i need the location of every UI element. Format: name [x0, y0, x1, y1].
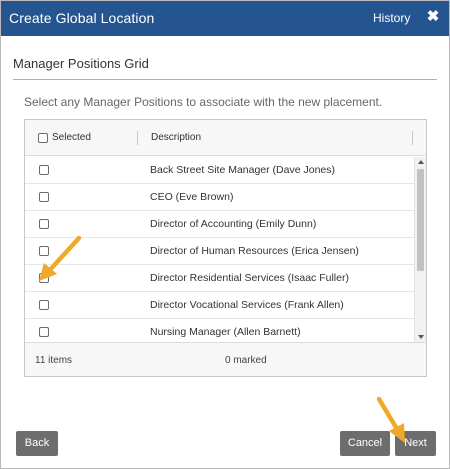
- dialog-titlebar: Create Global Location History ✖: [1, 1, 449, 36]
- row-description: CEO (Eve Brown): [150, 191, 234, 203]
- create-global-location-dialog: Create Global Location History ✖ Manager…: [0, 0, 450, 469]
- row-checkbox[interactable]: [39, 246, 49, 256]
- row-description: Director of Accounting (Emily Dunn): [150, 218, 317, 230]
- row-description: Director of Human Resources (Erica Jense…: [150, 245, 359, 257]
- column-divider: [412, 131, 413, 145]
- scrollbar-thumb[interactable]: [417, 169, 424, 271]
- column-header-selected[interactable]: Selected: [52, 132, 91, 143]
- back-button[interactable]: Back: [16, 431, 58, 456]
- table-row[interactable]: Back Street Site Manager (Dave Jones): [25, 157, 414, 184]
- history-link[interactable]: History: [373, 11, 410, 25]
- table-row[interactable]: Nursing Manager (Allen Barnett): [25, 319, 414, 342]
- row-description: Director Residential Services (Isaac Ful…: [150, 272, 349, 284]
- table-row[interactable]: Director of Accounting (Emily Dunn): [25, 211, 414, 238]
- column-header-description[interactable]: Description: [151, 132, 201, 143]
- select-all-checkbox[interactable]: [38, 133, 48, 143]
- scroll-up-icon[interactable]: [418, 160, 424, 164]
- scroll-down-icon[interactable]: [418, 335, 424, 339]
- table-row[interactable]: Director Vocational Services (Frank Alle…: [25, 292, 414, 319]
- item-count: 11 items: [35, 355, 73, 366]
- dialog-title: Create Global Location: [9, 10, 155, 26]
- next-button[interactable]: Next: [395, 431, 436, 456]
- grid-body: Back Street Site Manager (Dave Jones) CE…: [25, 157, 414, 342]
- table-row[interactable]: Director Residential Services (Isaac Ful…: [25, 265, 414, 292]
- grid-footer: 11 items 0 marked: [25, 342, 426, 376]
- row-checkbox[interactable]: [39, 273, 49, 283]
- row-description: Nursing Manager (Allen Barnett): [150, 326, 301, 338]
- section-divider: [13, 79, 437, 80]
- cancel-button[interactable]: Cancel: [340, 431, 390, 456]
- row-checkbox[interactable]: [39, 300, 49, 310]
- row-checkbox[interactable]: [39, 219, 49, 229]
- grid-header: Selected Description: [25, 120, 426, 156]
- row-description: Back Street Site Manager (Dave Jones): [150, 164, 336, 176]
- grid-scrollbar[interactable]: [414, 157, 426, 342]
- row-checkbox[interactable]: [39, 165, 49, 175]
- instruction-text: Select any Manager Positions to associat…: [24, 95, 383, 109]
- table-row[interactable]: CEO (Eve Brown): [25, 184, 414, 211]
- manager-positions-grid: Selected Description Back Street Site Ma…: [24, 119, 427, 377]
- column-divider: [137, 131, 138, 145]
- row-checkbox[interactable]: [39, 327, 49, 337]
- section-title: Manager Positions Grid: [13, 56, 149, 71]
- row-description: Director Vocational Services (Frank Alle…: [150, 299, 344, 311]
- close-icon[interactable]: ✖: [426, 9, 440, 24]
- marked-count: 0 marked: [225, 355, 267, 366]
- table-row[interactable]: Director of Human Resources (Erica Jense…: [25, 238, 414, 265]
- row-checkbox[interactable]: [39, 192, 49, 202]
